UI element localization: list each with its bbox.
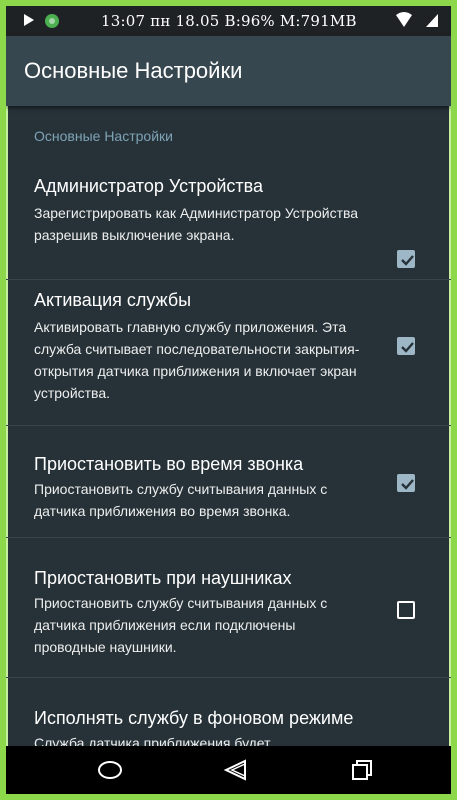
shield-icon: [44, 13, 59, 28]
signal-icon: [425, 12, 439, 32]
play-store-icon: [22, 13, 36, 27]
page-title: Основные Настройки: [24, 58, 243, 83]
pause-headphones-checkbox[interactable]: [397, 601, 415, 619]
pref-pause-headphones[interactable]: Приостановить при наушниках Приостановит…: [6, 538, 451, 678]
device-frame: 13:07 пн 18.05 B:96% M:791MB Основные На…: [0, 0, 457, 800]
pref-summary: Приостановить службу считывания данных с…: [34, 481, 328, 519]
pref-summary: Зарегистрировать как Администратор Устро…: [34, 205, 359, 243]
pref-title: Приостановить при наушниках: [34, 568, 292, 588]
status-text: 13:07 пн 18.05 B:96% M:791MB: [101, 12, 357, 30]
recents-icon[interactable]: [332, 746, 392, 794]
status-left-icons: [22, 13, 59, 28]
device-admin-checkbox[interactable]: [397, 250, 415, 268]
pref-summary: Активировать главную службу приложения. …: [34, 319, 360, 401]
navigation-bar: [6, 746, 451, 794]
pref-title: Приостановить во время звонка: [34, 454, 304, 474]
pref-title: Администратор Устройства: [34, 176, 264, 196]
pref-title: Исполнять службу в фоновом режиме: [34, 708, 354, 728]
back-icon[interactable]: [206, 746, 266, 794]
wifi-icon: [395, 12, 413, 32]
preferences-list[interactable]: Основные Настройки Администратор Устройс…: [6, 106, 451, 758]
pref-title: Активация службы: [34, 290, 192, 310]
pref-summary: Приостановить службу считывания данных с…: [34, 595, 328, 655]
pref-pause-during-call[interactable]: Приостановить во время звонка Приостанов…: [6, 426, 451, 538]
section-header: Основные Настройки: [34, 128, 173, 144]
pref-device-admin[interactable]: Администратор Устройства Зарегистрироват…: [6, 158, 451, 280]
status-right-icons: [395, 12, 439, 32]
pause-during-call-checkbox[interactable]: [397, 474, 415, 492]
pref-service-activation[interactable]: Активация службы Активировать главную сл…: [6, 280, 451, 426]
app-bar: Основные Настройки: [6, 36, 451, 106]
status-bar: 13:07 пн 18.05 B:96% M:791MB: [6, 6, 451, 36]
home-icon[interactable]: [80, 746, 140, 794]
service-activation-checkbox[interactable]: [397, 337, 415, 355]
